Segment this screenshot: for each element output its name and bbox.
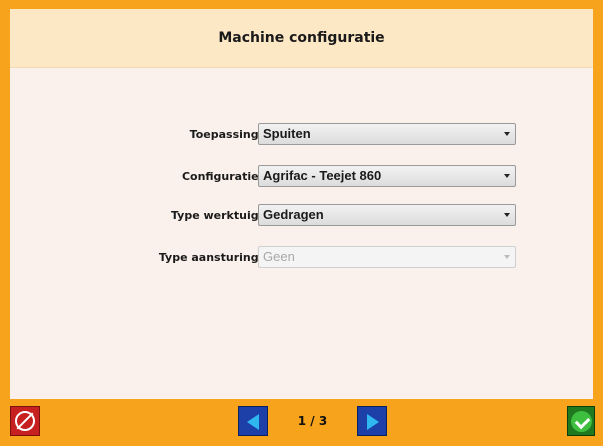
next-page-button[interactable] — [357, 406, 387, 436]
arrow-left-icon — [247, 414, 259, 430]
configuratie-select[interactable]: Agrifac - Teejet 860 — [258, 165, 516, 187]
field-label-type-aansturing: Type aansturing: — [158, 251, 263, 264]
configuration-panel: Machine configuratie Toepassing: Spuiten… — [10, 9, 593, 399]
field-label-configuratie: Configuratie: — [181, 170, 263, 183]
field-row-configuratie: Configuratie: Agrifac - Teejet 860 — [10, 165, 593, 189]
type-aansturing-value: Geen — [263, 249, 295, 264]
toepassing-select[interactable]: Spuiten — [258, 123, 516, 145]
type-aansturing-select: Geen — [258, 246, 516, 268]
page-title: Machine configuratie — [10, 9, 593, 68]
arrow-right-icon — [367, 414, 379, 430]
confirm-button[interactable] — [567, 406, 595, 436]
type-werktuig-value: Gedragen — [263, 207, 324, 222]
configuratie-value: Agrifac - Teejet 860 — [263, 168, 382, 183]
field-row-type-werktuig: Type werktuig: Gedragen — [10, 204, 593, 228]
chevron-down-icon — [504, 132, 510, 136]
chevron-down-icon — [504, 255, 510, 259]
chevron-down-icon — [504, 174, 510, 178]
field-row-type-aansturing: Type aansturing: Geen — [10, 246, 593, 270]
previous-page-button[interactable] — [238, 406, 268, 436]
page-indicator: 1 / 3 — [297, 414, 328, 428]
field-row-toepassing: Toepassing: Spuiten — [10, 123, 593, 147]
chevron-down-icon — [504, 213, 510, 217]
cancel-button[interactable] — [10, 406, 40, 436]
field-label-toepassing: Toepassing: — [189, 128, 263, 141]
field-label-type-werktuig: Type werktuig: — [170, 209, 263, 222]
type-werktuig-select[interactable]: Gedragen — [258, 204, 516, 226]
toepassing-value: Spuiten — [263, 126, 311, 141]
